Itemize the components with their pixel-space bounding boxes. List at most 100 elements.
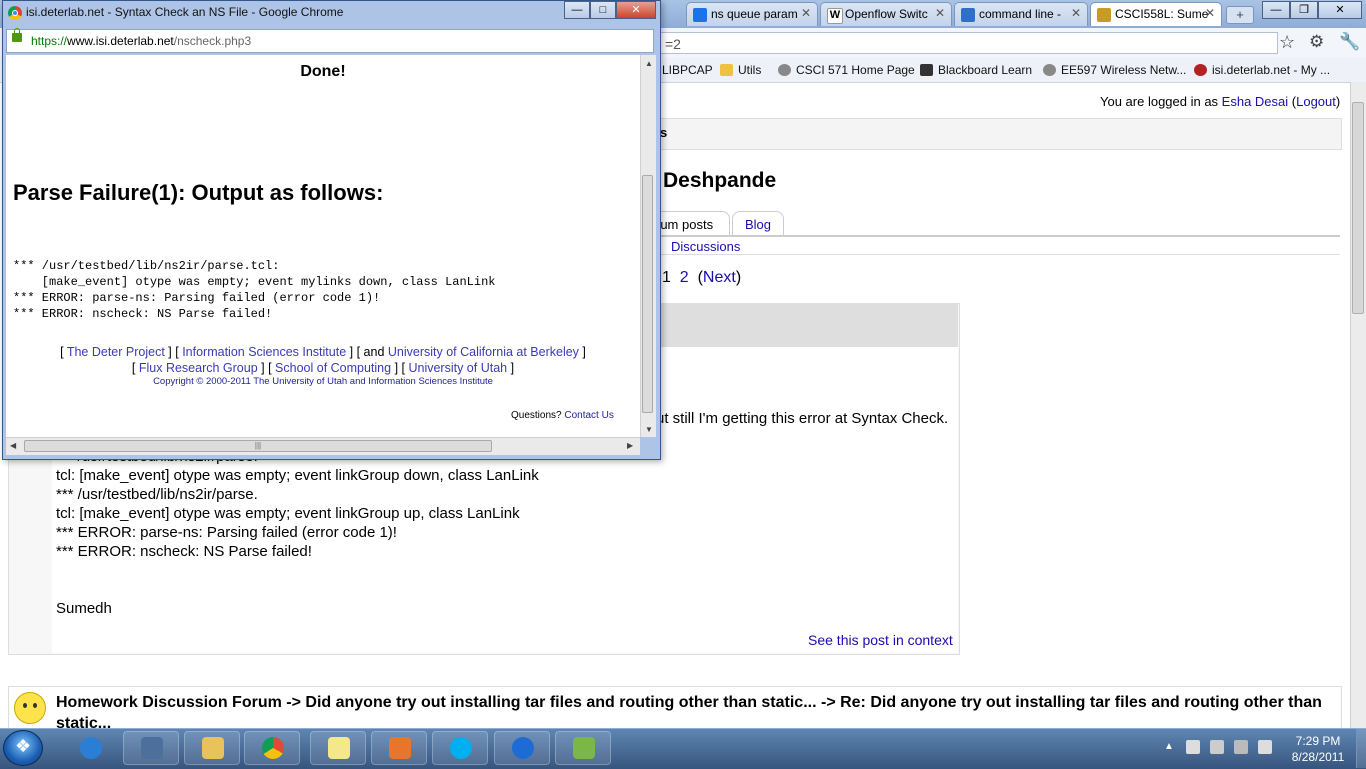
discussions-link[interactable]: Discussions (671, 239, 740, 254)
post-error-line: *** ERROR: nscheck: NS Parse failed! (56, 543, 312, 560)
taskbar-sticky-notes[interactable] (310, 731, 366, 765)
gear-icon[interactable]: ⚙ (1309, 32, 1324, 52)
bookmark-ee597[interactable]: EE597 Wireless Netw... (1043, 63, 1186, 77)
device-icon[interactable] (1210, 740, 1224, 754)
school-of-computing-link[interactable]: School of Computing (275, 361, 391, 375)
popup-horizontal-scroll-thumb[interactable]: ||| (24, 440, 492, 452)
taskbar-notepad-plus[interactable] (555, 731, 611, 765)
taskbar-network-app[interactable] (123, 731, 179, 765)
close-window-button[interactable]: ✕ (1318, 1, 1362, 19)
network-signal-icon[interactable] (1234, 740, 1248, 754)
taskbar-matlab[interactable] (371, 731, 427, 765)
address-bar[interactable]: =2 (660, 32, 1278, 54)
flux-research-group-link[interactable]: Flux Research Group (139, 361, 258, 375)
post-error-line: *** /usr/testbed/lib/ns2ir/parse. (56, 486, 258, 503)
post-text: ut still I'm getting this error at Synta… (656, 410, 949, 427)
bookmark-label: CSCI 571 Home Page (796, 63, 915, 77)
globe-icon (1043, 64, 1056, 76)
teamviewer-icon (512, 737, 534, 759)
taskbar-teamviewer[interactable] (494, 731, 550, 765)
bookmark-isi-deterlab[interactable]: isi.deterlab.net - My ... (1194, 63, 1330, 77)
bookmark-libpcap[interactable]: LIBPCAP (662, 63, 713, 77)
tab-blog[interactable]: Blog (732, 211, 784, 235)
subnav-divider (640, 254, 1340, 255)
scroll-down-arrow-icon[interactable]: ▼ (645, 425, 653, 434)
see-post-in-context-link[interactable]: See this post in context (808, 632, 953, 648)
scroll-right-arrow-icon[interactable]: ▶ (627, 441, 633, 450)
bookmark-label: Blackboard Learn (938, 63, 1033, 77)
contact-us-link[interactable]: Contact Us (564, 410, 613, 421)
flag-icon[interactable] (1186, 740, 1200, 754)
scroll-left-arrow-icon[interactable]: ◀ (10, 441, 16, 450)
popup-vertical-scroll-thumb[interactable] (642, 175, 653, 413)
output-line: *** ERROR: parse-ns: Parsing failed (err… (13, 291, 381, 305)
bookmark-label: isi.deterlab.net - My ... (1212, 63, 1331, 77)
questions-line: Questions? Contact Us (511, 410, 614, 421)
tab-title: CSCI558L: Sume (1115, 7, 1209, 21)
logout-link[interactable]: Logout (1296, 94, 1336, 109)
folder-icon (202, 737, 224, 759)
login-status: You are logged in as Esha Desai (Logout) (1100, 94, 1341, 109)
next-page-link[interactable]: Next (703, 269, 736, 286)
clock-time[interactable]: 7:29 PM (1290, 734, 1346, 748)
berkeley-link[interactable]: University of California at Berkeley (388, 345, 579, 359)
restore-button[interactable]: ❐ (1290, 1, 1318, 19)
smiley-avatar-icon (14, 692, 46, 724)
tab-openflow-switch[interactable]: W Openflow Switc ✕ (820, 2, 952, 26)
start-button[interactable] (3, 730, 43, 766)
page-scrollbar-thumb[interactable] (1352, 102, 1364, 314)
user-link[interactable]: Esha Desai (1222, 94, 1288, 109)
bookmark-blackboard[interactable]: Blackboard Learn (920, 63, 1032, 77)
post-error-line: tcl: [make_event] otype was empty; event… (56, 505, 520, 522)
wrench-icon[interactable]: 🔧 (1339, 32, 1360, 52)
notepad-icon (573, 737, 595, 759)
popup-address-bar[interactable]: https://www.isi.deterlab.net/nscheck.php… (6, 29, 654, 53)
output-line: *** ERROR: nscheck: NS Parse failed! (13, 307, 273, 321)
clock-date[interactable]: 8/28/2011 (1282, 750, 1354, 764)
popup-close-button[interactable]: ✕ (616, 1, 656, 19)
sticky-notes-icon (328, 737, 350, 759)
lock-icon[interactable] (12, 28, 22, 42)
chrome-icon (262, 737, 284, 759)
speaker-icon[interactable] (1258, 740, 1272, 754)
tab-command-line[interactable]: command line - ✕ (954, 2, 1088, 26)
bookmark-utils[interactable]: Utils (720, 63, 761, 77)
popup-maximize-button[interactable]: □ (590, 1, 616, 19)
show-hidden-icons-arrow-icon[interactable]: ▲ (1164, 741, 1174, 752)
chrome-icon (8, 6, 22, 20)
university-of-utah-link[interactable]: University of Utah (408, 361, 507, 375)
pagination: 1 2 (Next) (662, 269, 742, 286)
deterlab-icon (1194, 64, 1207, 76)
post-signature: Sumedh (56, 600, 112, 617)
taskbar-internet-explorer[interactable] (62, 731, 118, 765)
page-1: 1 (662, 269, 671, 286)
isi-link[interactable]: Information Sciences Institute (182, 345, 346, 359)
matlab-icon (389, 737, 411, 759)
tab-csci558l[interactable]: CSCI558L: Sume ✕ (1090, 2, 1222, 26)
deter-project-link[interactable]: The Deter Project (67, 345, 165, 359)
bookmark-label: Utils (738, 63, 762, 77)
taskbar-google-chrome[interactable] (244, 731, 300, 765)
tab-favicon-icon (1097, 8, 1111, 22)
close-icon[interactable]: ✕ (801, 6, 811, 20)
wikipedia-icon: W (827, 8, 843, 24)
bookmark-csci571[interactable]: CSCI 571 Home Page (778, 63, 915, 77)
close-icon[interactable]: ✕ (1071, 6, 1081, 20)
tab-ns-queue-params[interactable]: ns queue param ✕ (686, 2, 818, 26)
taskbar-windows-explorer[interactable] (184, 731, 240, 765)
new-tab-button[interactable]: + (1226, 6, 1254, 24)
profile-name: Deshpande (663, 169, 777, 192)
post-error-line: tcl: [make_event] otype was empty; event… (56, 467, 539, 484)
skype-icon (450, 737, 472, 759)
star-icon[interactable]: ☆ (1279, 32, 1295, 53)
minimize-button[interactable]: — (1262, 1, 1290, 19)
popup-minimize-button[interactable]: — (564, 1, 590, 19)
scroll-up-arrow-icon[interactable]: ▲ (645, 59, 653, 68)
show-desktop-button[interactable] (1356, 729, 1366, 768)
close-icon[interactable]: ✕ (935, 6, 945, 20)
bookmark-label: LIBPCAP (662, 63, 713, 77)
tab-favicon-icon (961, 8, 975, 22)
taskbar-skype[interactable] (432, 731, 488, 765)
close-icon[interactable]: ✕ (1205, 6, 1215, 20)
page-2-link[interactable]: 2 (680, 269, 689, 286)
